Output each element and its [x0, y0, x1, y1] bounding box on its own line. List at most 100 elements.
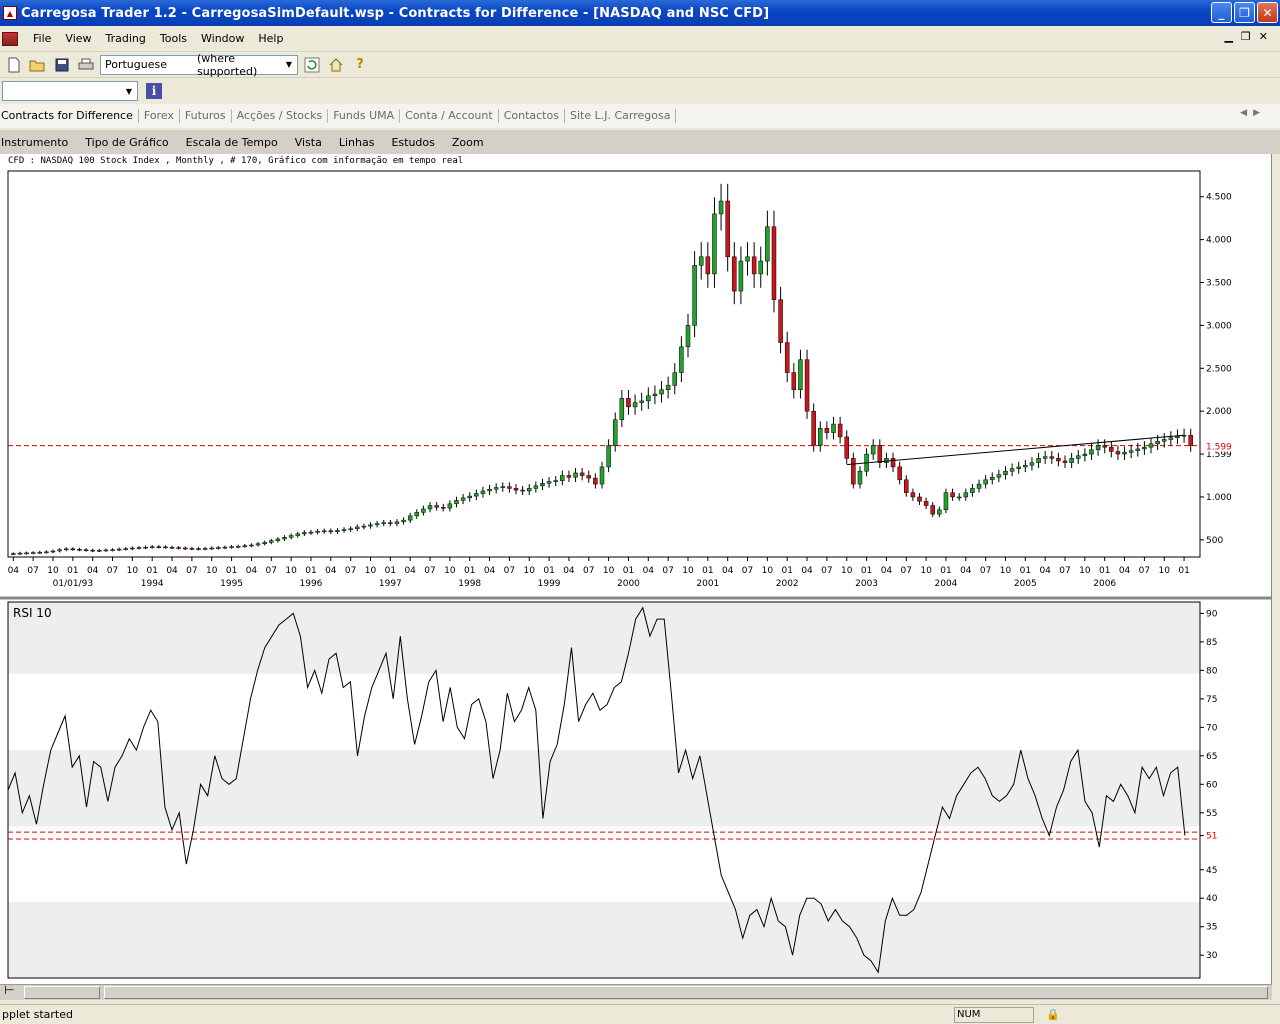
tab-conta[interactable]: Conta / Account — [400, 109, 499, 123]
menu-file[interactable]: File — [26, 32, 58, 45]
tab-cfd[interactable]: Contracts for Difference — [0, 109, 139, 123]
scroll-track[interactable] — [104, 986, 1268, 999]
candle-body — [1122, 452, 1127, 455]
candle-body — [321, 530, 327, 533]
open-icon[interactable] — [28, 55, 48, 75]
chevron-down-icon[interactable]: ▼ — [282, 57, 296, 73]
tab-accoes[interactable]: Acções / Stocks — [232, 109, 329, 123]
candle-body — [1161, 439, 1167, 442]
menu-view[interactable]: View — [58, 32, 98, 45]
menu-trading[interactable]: Trading — [99, 32, 153, 45]
info-icon[interactable]: i — [146, 83, 162, 99]
rsi-y-tick-label: 75 — [1206, 695, 1217, 705]
mdi-restore-icon[interactable]: ❐ — [1241, 30, 1251, 43]
price-x-year-label: 1997 — [379, 579, 402, 589]
price-x-year-label: 1996 — [300, 579, 323, 589]
price-x-month-label: 07 — [1059, 566, 1070, 576]
minimize-button[interactable]: _ — [1211, 2, 1232, 23]
home-icon[interactable] — [326, 55, 346, 75]
price-x-month-label: 10 — [206, 566, 218, 576]
chevron-down-icon[interactable]: ▼ — [122, 83, 136, 99]
print-icon[interactable] — [76, 55, 96, 75]
chart-menu-zoom[interactable]: Zoom — [451, 136, 492, 149]
tab-forex[interactable]: Forex — [139, 109, 180, 123]
candle-body — [381, 522, 386, 524]
num-lock-indicator: NUM — [954, 1007, 1034, 1023]
menu-help[interactable]: Help — [251, 32, 290, 45]
split-handle-icon[interactable]: ⊢ — [4, 983, 14, 997]
tab-site[interactable]: Site L.J. Carregosa — [565, 109, 677, 123]
candle-body — [705, 256, 711, 275]
price-x-month-label: 01 — [305, 566, 316, 576]
rsi-y-tick-label: 80 — [1206, 666, 1218, 676]
candle-body — [593, 477, 598, 485]
tab-scroll-icon[interactable]: ◀▶ — [1240, 108, 1266, 118]
candle-body — [328, 530, 334, 533]
rsi-y-tick-label: 35 — [1206, 923, 1217, 933]
chart-menu-linhas[interactable]: Linhas — [338, 136, 383, 149]
mdi-minimize-icon[interactable]: ▁ — [1224, 30, 1232, 43]
chart-menu-vista[interactable]: Vista — [294, 136, 330, 149]
candle-body — [474, 493, 479, 497]
price-x-month-label: 07 — [424, 566, 435, 576]
chart-svg[interactable]: 500 1.000 1.599 2.000 2.500 3.000 3.500 4.000 4.… — [0, 154, 1272, 984]
candle-body — [930, 505, 935, 515]
candle-body — [163, 546, 168, 549]
chart-menu-escala[interactable]: Escala de Tempo — [185, 136, 286, 149]
candle-body — [725, 200, 730, 258]
price-x-year-label: 1995 — [220, 579, 243, 589]
candle-body — [540, 482, 545, 487]
close-button[interactable]: ✕ — [1257, 2, 1278, 23]
price-y-tick-label: 2.000 — [1206, 407, 1232, 417]
mdi-close-icon[interactable]: ✕ — [1259, 30, 1268, 43]
candle-body — [1056, 458, 1061, 462]
candle-body — [910, 492, 916, 498]
candle-body — [1009, 468, 1015, 472]
candle-body — [698, 256, 704, 266]
restore-button[interactable]: ❐ — [1234, 2, 1255, 23]
candle-body — [751, 256, 757, 275]
candle-body — [1082, 453, 1088, 457]
chart-menu-tipo[interactable]: Tipo de Gráfico — [84, 136, 176, 149]
candle-body — [487, 488, 492, 492]
candle-body — [427, 505, 433, 510]
menu-window[interactable]: Window — [194, 32, 251, 45]
chart-hscrollbar[interactable]: ⊢ — [0, 983, 1272, 1000]
candle-body — [937, 509, 942, 515]
candle-body — [771, 226, 777, 300]
chart-menu-instrumento[interactable]: Instrumento — [0, 136, 76, 149]
menu-tools[interactable]: Tools — [153, 32, 194, 45]
price-y-tick-label: 4.000 — [1206, 236, 1232, 246]
tab-funds[interactable]: Funds UMA — [328, 109, 401, 123]
price-x-month-label: 04 — [1039, 566, 1051, 576]
candle-body — [963, 492, 969, 498]
candle-body — [103, 549, 109, 552]
save-icon[interactable] — [52, 55, 72, 75]
candle-body — [262, 542, 267, 544]
candle-body — [765, 226, 770, 262]
help-icon[interactable]: ? — [350, 55, 370, 75]
candle-body — [374, 523, 380, 526]
price-x-month-label: 04 — [484, 566, 496, 576]
instrument-combo[interactable]: ▼ — [2, 81, 138, 101]
tab-futuros[interactable]: Futuros — [180, 109, 232, 123]
candle-body — [1042, 456, 1048, 459]
candle-body — [917, 496, 922, 502]
candle-body — [1095, 445, 1101, 451]
scroll-thumb[interactable] — [24, 986, 100, 999]
price-x-month-label: 04 — [87, 566, 99, 576]
candle-body — [275, 538, 281, 541]
chart-menu-estudos[interactable]: Estudos — [390, 136, 442, 149]
candle-body — [50, 550, 56, 553]
refresh-icon[interactable] — [302, 55, 322, 75]
tab-contactos[interactable]: Contactos — [499, 109, 565, 123]
candle-body — [652, 393, 658, 396]
candle-body — [394, 521, 400, 524]
price-x-year-label: 2005 — [1014, 579, 1037, 589]
candle-body — [831, 423, 836, 433]
document-icon[interactable] — [2, 31, 18, 46]
candle-body — [388, 522, 393, 524]
new-icon[interactable] — [4, 55, 24, 75]
language-select[interactable]: Portuguese (where supported) ▼ — [100, 52, 298, 78]
candle-body — [507, 486, 512, 489]
